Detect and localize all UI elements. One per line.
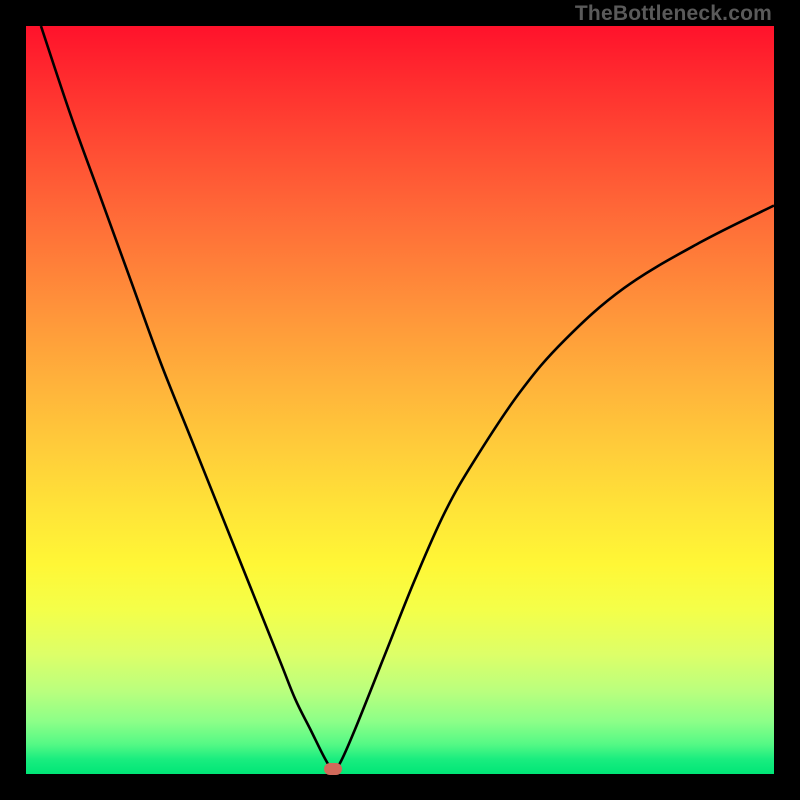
minimum-marker-icon: [324, 763, 342, 775]
plot-area: [26, 26, 774, 774]
watermark-text: TheBottleneck.com: [575, 2, 772, 26]
curve-path: [41, 26, 774, 769]
line-chart: [26, 26, 774, 774]
outer-frame: TheBottleneck.com: [0, 0, 800, 800]
